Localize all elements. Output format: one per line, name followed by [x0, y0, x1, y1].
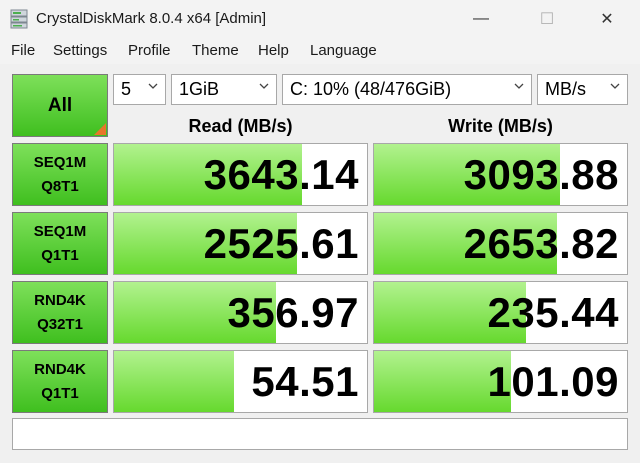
menu-language[interactable]: Language: [310, 42, 377, 59]
menu-theme[interactable]: Theme: [192, 42, 239, 59]
read-result-value: 2525.61: [203, 220, 359, 267]
minimize-button[interactable]: —: [458, 0, 504, 38]
test-label-line2: Q1T1: [41, 384, 79, 402]
crystaldiskmark-app-icon: [10, 9, 28, 29]
chevron-down-icon: [148, 83, 158, 89]
test-button-seq1m-q1t1[interactable]: SEQ1M Q1T1: [12, 212, 108, 275]
test-count-value: 5: [121, 79, 132, 99]
menu-settings[interactable]: Settings: [53, 42, 107, 59]
test-count-select[interactable]: 5: [113, 74, 166, 105]
menu-file[interactable]: File: [11, 42, 35, 59]
unit-value: MB/s: [545, 79, 587, 99]
read-progress-bar: [114, 351, 235, 412]
read-result-cell: 3643.14: [113, 143, 368, 206]
all-button[interactable]: All: [12, 74, 108, 137]
test-label-line2: Q32T1: [37, 315, 83, 333]
corner-marker-icon: [94, 123, 106, 135]
write-result-cell: 235.44: [373, 281, 628, 344]
read-result-cell: 2525.61: [113, 212, 368, 275]
write-column-header: Write (MB/s): [448, 116, 553, 136]
test-button-seq1m-q8t1[interactable]: SEQ1M Q8T1: [12, 143, 108, 206]
read-result-value: 3643.14: [203, 151, 359, 198]
drive-select[interactable]: C: 10% (48/476GiB): [282, 74, 532, 105]
menu-bar: File Settings Profile Theme Help Languag…: [0, 38, 640, 64]
chevron-down-icon: [259, 83, 269, 89]
write-result-cell: 101.09: [373, 350, 628, 413]
read-column-header: Read (MB/s): [188, 116, 293, 136]
test-label-line1: SEQ1M: [33, 222, 87, 240]
unit-select[interactable]: MB/s: [537, 74, 628, 105]
write-result-value: 3093.88: [463, 151, 619, 198]
chevron-down-icon: [514, 83, 524, 89]
title-bar: CrystalDiskMark 8.0.4 x64 [Admin] — ☐ ✕: [0, 0, 640, 38]
test-button-rnd4k-q1t1[interactable]: RND4K Q1T1: [12, 350, 108, 413]
test-size-select[interactable]: 1GiB: [171, 74, 277, 105]
close-button[interactable]: ✕: [584, 0, 630, 38]
read-result-value: 356.97: [227, 289, 359, 336]
comment-field[interactable]: [12, 418, 628, 450]
test-label-line2: Q8T1: [41, 177, 79, 195]
test-button-rnd4k-q32t1[interactable]: RND4K Q32T1: [12, 281, 108, 344]
read-result-cell: 356.97: [113, 281, 368, 344]
menu-help[interactable]: Help: [258, 42, 289, 59]
all-button-label: All: [47, 94, 73, 116]
test-label-line1: RND4K: [34, 291, 86, 309]
maximize-icon: ☐: [539, 11, 555, 28]
write-result-cell: 2653.82: [373, 212, 628, 275]
write-result-value: 2653.82: [463, 220, 619, 267]
test-size-value: 1GiB: [179, 79, 220, 99]
test-label-line1: RND4K: [34, 360, 86, 378]
test-label-line1: SEQ1M: [33, 153, 87, 171]
window-title: CrystalDiskMark 8.0.4 x64 [Admin]: [36, 10, 267, 27]
write-result-value: 101.09: [487, 358, 619, 405]
close-icon: ✕: [600, 11, 614, 28]
menu-profile[interactable]: Profile: [128, 42, 171, 59]
write-result-cell: 3093.88: [373, 143, 628, 206]
chevron-down-icon: [610, 83, 620, 89]
drive-value: C: 10% (48/476GiB): [290, 79, 452, 99]
read-result-value: 54.51: [251, 358, 359, 405]
test-label-line2: Q1T1: [41, 246, 79, 264]
write-result-value: 235.44: [487, 289, 619, 336]
read-result-cell: 54.51: [113, 350, 368, 413]
minimize-icon: —: [473, 10, 489, 27]
maximize-button[interactable]: ☐: [524, 0, 570, 38]
